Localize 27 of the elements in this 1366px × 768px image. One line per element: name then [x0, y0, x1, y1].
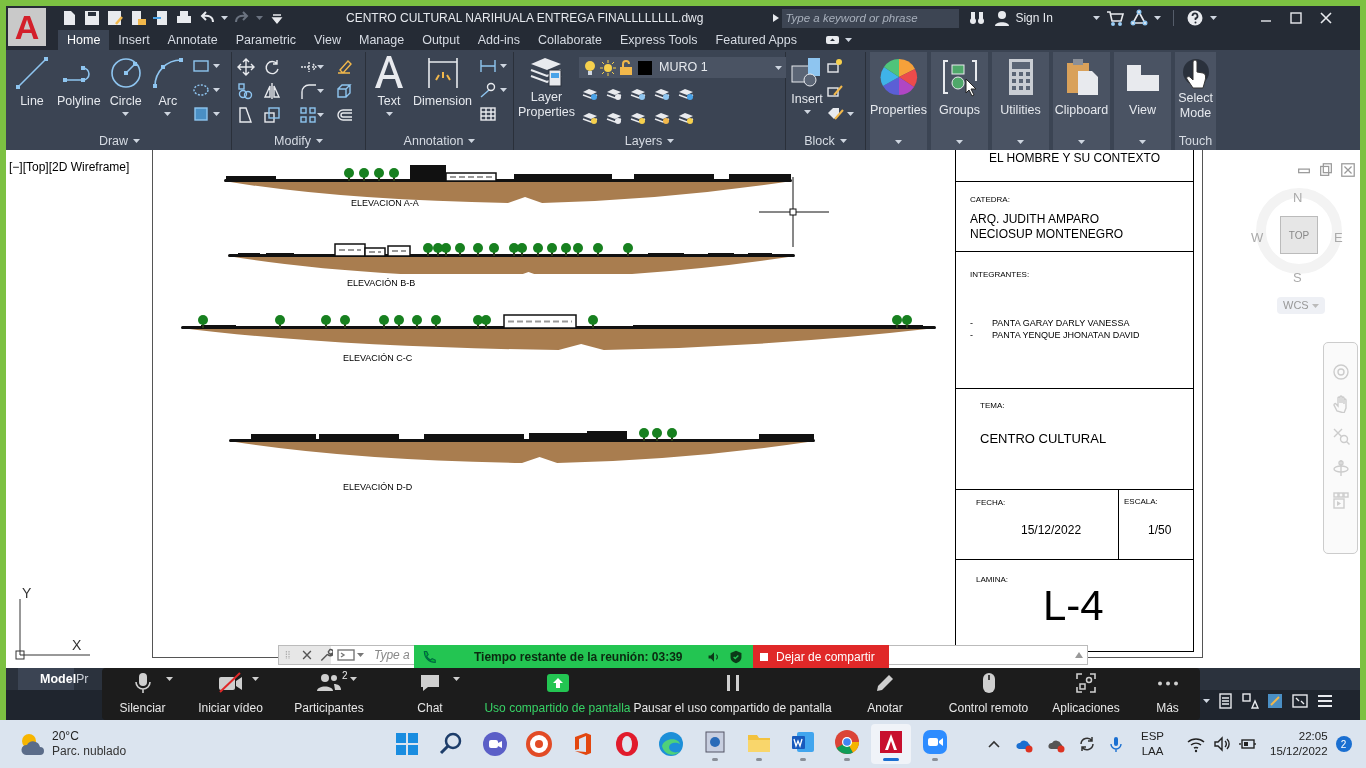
- weather-condition: Parc. nublado: [52, 744, 127, 759]
- participant-count: 2: [342, 669, 348, 683]
- elevation-label: ELEVACIÓN D-D: [343, 481, 413, 494]
- topic-name: CENTRO CULTURAL: [980, 430, 1108, 448]
- course-name: EL HOMBRE Y SU CONTEXTO: [989, 151, 1160, 165]
- field-label: TEMA:: [980, 400, 1006, 412]
- temperature: 20°C: [52, 729, 80, 744]
- list-bullet: -: [970, 329, 974, 341]
- field-label: FECHA:: [976, 497, 1007, 509]
- sheet-number: L-4: [1043, 584, 1105, 628]
- elevation-label: ELEVACION A-A: [351, 197, 419, 210]
- member-name: PANTA GARAY DARLY VANESSA: [992, 317, 1130, 329]
- elevation-label: ELEVACIÓN B-B: [347, 277, 416, 290]
- list-bullet: -: [970, 317, 974, 329]
- field-label: INTEGRANTES:: [970, 269, 1031, 281]
- field-label: LAMINA:: [976, 574, 1009, 586]
- field-label: ESCALA:: [1124, 496, 1159, 508]
- scale-value: 1/50: [1148, 522, 1173, 539]
- x-axis-label: X: [72, 636, 82, 655]
- date-value: 15/12/2022: [1021, 522, 1083, 539]
- y-axis-label: Y: [22, 584, 32, 603]
- meeting-time-remaining: Tiempo restante de la reunión: 03:39: [474, 648, 683, 666]
- member-name: PANTA YENQUE JHONATAN DAVID: [992, 329, 1140, 341]
- field-label: CATEDRA:: [970, 194, 1011, 206]
- elevation-label: ELEVACIÓN C-C: [343, 352, 413, 365]
- window-title: CENTRO CULTURAL NARIHUALA ENTREGA FINALLLLLLLL.dwg: [346, 10, 704, 27]
- professor-name: ARQ. JUDITH AMPARO NECIOSUP MONTENEGRO: [970, 212, 1125, 242]
